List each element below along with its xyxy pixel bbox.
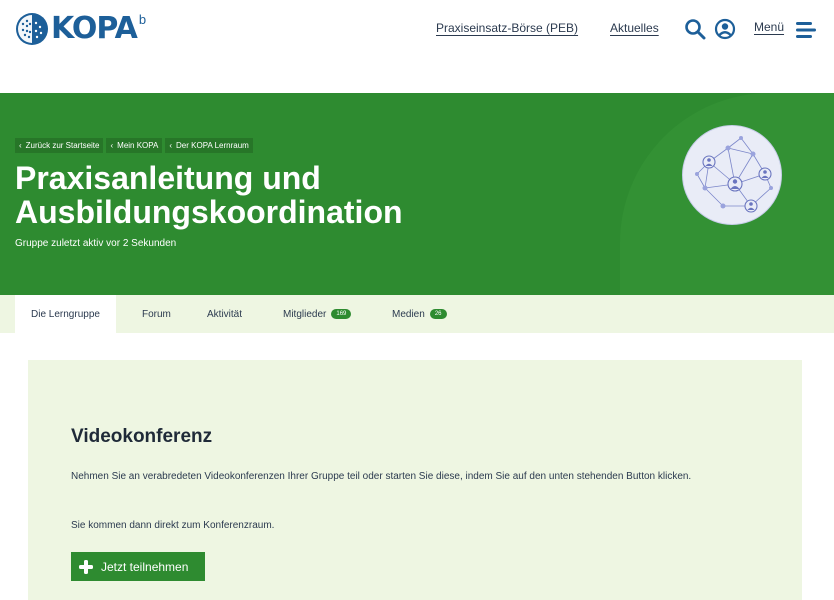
plus-icon — [79, 559, 93, 574]
tab-forum[interactable]: Forum — [126, 295, 187, 333]
breadcrumb-label: Mein KOPA — [117, 141, 159, 150]
videoconference-description: Nehmen Sie an verabredeten Videokonferen… — [71, 471, 692, 482]
breadcrumb-my-kopa[interactable]: ‹ Mein KOPA — [106, 138, 163, 153]
tab-label: Aktivität — [207, 308, 243, 320]
section-title: Videokonferenz — [71, 426, 213, 447]
hamburger-icon[interactable] — [794, 20, 816, 40]
group-avatar — [682, 125, 782, 225]
tab-medien[interactable]: Medien 26 — [376, 295, 463, 333]
breadcrumb-label: Zurück zur Startseite — [25, 141, 100, 150]
logo-superscript: b — [138, 11, 147, 27]
breadcrumb-lernraum[interactable]: ‹ Der KOPA Lernraum — [165, 138, 253, 153]
videoconference-card: Videokonferenz Nehmen Sie an verabredete… — [28, 360, 802, 600]
nav-link-news[interactable]: Aktuelles — [610, 21, 659, 35]
globe-logo-icon — [16, 13, 48, 45]
members-count-badge: 169 — [331, 309, 352, 319]
breadcrumb: ‹ Zurück zur Startseite ‹ Mein KOPA ‹ De… — [15, 138, 253, 153]
breadcrumb-home[interactable]: ‹ Zurück zur Startseite — [15, 138, 104, 153]
menu-label[interactable]: Menü — [754, 20, 784, 34]
join-button[interactable]: Jetzt teilnehmen — [71, 552, 205, 581]
breadcrumb-label: Der KOPA Lernraum — [176, 141, 249, 150]
join-button-label: Jetzt teilnehmen — [101, 559, 189, 574]
site-header: KOPA b Praxiseinsatz-Börse (PEB) Aktuell… — [0, 0, 834, 93]
tab-label: Mitglieder — [283, 308, 327, 320]
tab-die-lerngruppe[interactable]: Die Lerngruppe — [15, 295, 116, 333]
network-people-icon — [695, 136, 773, 213]
tab-label: Medien — [392, 308, 425, 320]
user-circle-icon[interactable] — [714, 18, 736, 40]
tab-label: Die Lerngruppe — [31, 308, 100, 320]
kopa-logo[interactable]: KOPA b — [15, 12, 146, 46]
logo-wordmark: KOPA — [51, 11, 138, 46]
chevron-left-icon: ‹ — [110, 141, 114, 150]
nav-link-peb[interactable]: Praxiseinsatz-Börse (PEB) — [436, 21, 578, 35]
media-count-badge: 26 — [429, 309, 447, 319]
last-active-text: Gruppe zuletzt aktiv vor 2 Sekunden — [15, 238, 177, 249]
group-tabs: Die Lerngruppe Forum Aktivität Mitgliede… — [0, 295, 834, 333]
group-hero: ‹ Zurück zur Startseite ‹ Mein KOPA ‹ De… — [0, 93, 834, 295]
chevron-left-icon: ‹ — [19, 141, 22, 150]
tab-aktivitaet[interactable]: Aktivität — [191, 295, 258, 333]
tab-mitglieder[interactable]: Mitglieder 169 — [267, 295, 367, 333]
videoconference-note: Sie kommen dann direkt zum Konferenzraum… — [71, 520, 275, 531]
page-title: Praxisanleitung und Ausbildungskoordinat… — [15, 160, 403, 230]
tab-label: Forum — [142, 308, 171, 320]
chevron-left-icon: ‹ — [169, 141, 173, 150]
search-icon[interactable] — [684, 18, 706, 40]
